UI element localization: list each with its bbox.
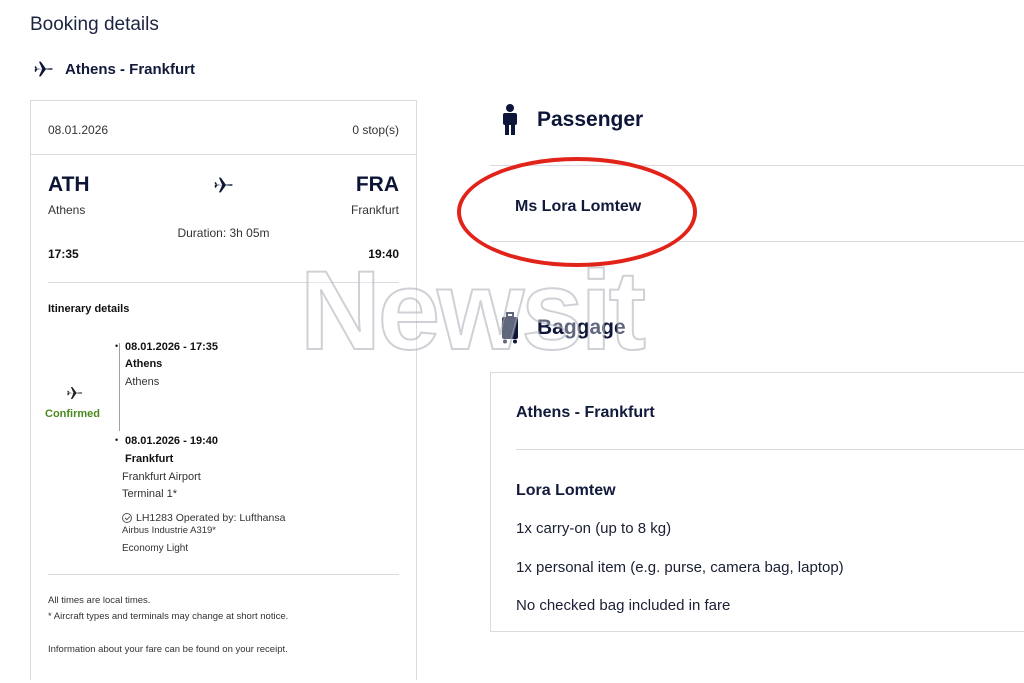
flight-card-header: 08.01.2026 0 stop(s) [31,101,416,155]
plane-icon [67,387,83,399]
passenger-heading-text: Passenger [537,108,644,131]
departure-time: 17:35 [48,247,79,261]
flight-date: 08.01.2026 [48,123,109,137]
aircraft-type: Airbus Industrie A319* [122,525,217,536]
itinerary-title: Itinerary details [48,303,130,315]
arrival-datetime: 08.01.2026 - 19:40 [125,435,218,447]
baggage-heading-text: Baggage [537,316,626,339]
departure-airport: Athens [125,376,160,388]
suitcase-icon [502,312,518,344]
baggage-passenger: Lora Lomtew [516,482,616,499]
baggage-heading: Baggage [500,312,626,344]
check-circle-icon [122,513,132,523]
baggage-box: Athens - Frankfurt Lora Lomtew 1x carry-… [490,372,1024,632]
flight-number: LH1283 Operated by: Lufthansa [136,512,286,524]
origin-code: ATH [48,173,90,196]
timeline-dot: • [115,435,119,445]
arrival-terminal: Terminal 1* [122,488,178,500]
divider [516,449,1024,450]
fare-class: Economy Light [122,543,189,554]
flight-stops: 0 stop(s) [352,123,399,137]
baggage-route: Athens - Frankfurt [516,404,655,421]
page-title: Booking details [30,14,159,35]
origin-city: Athens [48,203,86,217]
note-local-times: All times are local times. [48,595,151,606]
divider [48,282,399,283]
arrival-airport: Frankfurt Airport [122,471,201,483]
baggage-item: 1x carry-on (up to 8 kg) [516,520,672,537]
baggage-item: 1x personal item (e.g. purse, camera bag… [516,559,844,576]
baggage-item: No checked bag included in fare [516,597,731,614]
status-badge: Confirmed [45,408,100,420]
plane-icon [34,61,53,77]
flight-duration: Duration: 3h 05m [177,226,270,240]
person-icon [503,104,517,135]
note-changes: * Aircraft types and terminals may chang… [48,611,289,622]
route-heading-text: Athens - Frankfurt [65,60,196,78]
route-heading: Athens - Frankfurt [33,58,195,80]
destination-code: FRA [355,173,399,196]
destination-city: Frankfurt [350,203,399,217]
plane-icon [214,177,233,193]
note-receipt: Information about your fare can be found… [48,644,288,655]
passenger-heading: Passenger [500,104,643,136]
departure-datetime: 08.01.2026 - 17:35 [125,341,218,353]
flight-number-line: LH1283 Operated by: Lufthansa [122,512,285,524]
departure-city: Athens [125,358,163,370]
flight-card: 08.01.2026 0 stop(s) ATH FRA Athens Fran… [30,100,417,680]
timeline-dot: • [115,341,119,351]
divider [48,574,399,575]
highlight-circle [457,157,697,267]
arrival-time: 19:40 [368,247,399,261]
arrival-city: Frankfurt [125,453,174,465]
timeline-line [119,343,120,431]
